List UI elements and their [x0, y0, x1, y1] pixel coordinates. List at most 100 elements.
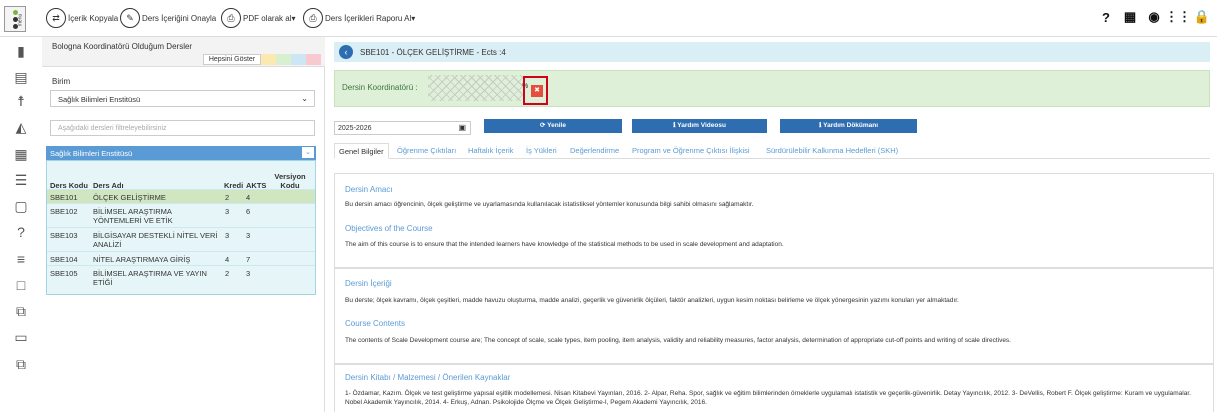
color-swatch[interactable]: [291, 54, 306, 65]
tab-general-info[interactable]: Genel Bilgiler: [334, 143, 389, 159]
book-icon[interactable]: ▮: [13, 43, 29, 59]
menu-button[interactable]: menu: [4, 6, 26, 32]
row-code: SBE103: [50, 231, 78, 240]
tab-weekly-content[interactable]: Haftalık İçerik: [468, 146, 513, 155]
icon-sidebar: ▮ ▤ ☨ ◭ ▦ ☰ ▢ ? ≡ □ ⧉ ▭ ⧉: [0, 37, 42, 412]
institute-name: Sağlık Bilimleri Enstitüsü: [50, 149, 133, 158]
content-text: Bu derste; ölçek kavramı, ölçek çeşitler…: [345, 297, 959, 304]
panel-title: Bologna Koordinatörü Olduğum Dersler: [52, 42, 193, 51]
row-akts: 3: [246, 231, 251, 240]
graduation-cap-icon[interactable]: ◭: [13, 119, 29, 135]
approve-content-button[interactable]: ✎ Ders İçeriğini Onayla: [120, 8, 216, 28]
help-doc-button[interactable]: ℹ Yardım Dökümanı: [780, 119, 917, 133]
refresh-button[interactable]: ⟳ Yenile: [484, 119, 622, 133]
books-text: 1- Özdamar, Kazım. Ölçek ve test gelişti…: [345, 390, 1191, 406]
chevron-down-icon[interactable]: ⌄: [302, 147, 314, 158]
row-name: BİLİMSEL ARAŞTIRMA VE YAYIN ETİĞİ: [93, 269, 207, 287]
row-name: BİLGİSAYAR DESTEKLİ NİTEL VERİ ANALİZİ: [93, 231, 218, 249]
table-row[interactable]: SBE104 NİTEL ARAŞTIRMAYA GİRİŞ 4 7: [47, 251, 315, 265]
question-circle-icon[interactable]: ?: [13, 224, 29, 240]
color-swatch[interactable]: [261, 54, 276, 65]
color-swatch[interactable]: [306, 54, 321, 65]
objectives-text: The aim of this course is to ensure that…: [345, 241, 784, 248]
color-swatch[interactable]: [276, 54, 291, 65]
lock-icon[interactable]: 🔒: [1194, 9, 1210, 24]
course-title: SBE101 - ÖLÇEK GELİŞTİRME - Ects :4: [360, 48, 506, 57]
table-row[interactable]: SBE102 BİLİMSEL ARAŞTIRMA YÖNTEMLERİ VE …: [47, 203, 315, 227]
report-button[interactable]: ⎙ Ders İçerikleri Raporu Al ▾: [303, 8, 415, 28]
highlight-box: ✖: [523, 76, 548, 105]
person-icon[interactable]: ☨: [13, 93, 29, 109]
row-name: BİLİMSEL ARAŞTIRMA YÖNTEMLERİ VE ETİK: [93, 207, 173, 225]
refresh-label: Yenile: [547, 122, 566, 129]
row-credit: 2: [225, 193, 230, 202]
books-heading: Dersin Kitabı / Malzemesi / Önerilen Kay…: [345, 373, 511, 382]
coordinator-label: Dersin Koordinatörü :: [342, 83, 418, 92]
col-header-version: Versiyon Kodu: [274, 172, 306, 190]
show-all-button[interactable]: Hepsini Göster: [203, 54, 261, 65]
tab-learning-outcomes[interactable]: Öğrenme Çıktıları: [397, 146, 456, 155]
copy-content-button[interactable]: ⇄ İçerik Kopyala: [46, 8, 118, 28]
row-code: SBE105: [50, 269, 78, 278]
calendar-icon[interactable]: ▦: [13, 146, 29, 162]
unit-select-value: Sağlık Bilimleri Enstitüsü: [58, 95, 141, 104]
objectives-heading: Objectives of the Course: [345, 224, 433, 233]
copy-icon[interactable]: ⧉: [13, 356, 29, 372]
course-detail-panel: ‹ SBE101 - ÖLÇEK GELİŞTİRME - Ects :4 De…: [326, 37, 1217, 412]
unit-select[interactable]: Sağlık Bilimleri Enstitüsü ⌄: [50, 90, 315, 107]
row-name: NİTEL ARAŞTIRMAYA GİRİŞ: [93, 255, 191, 264]
globe-icon[interactable]: ◉: [1147, 9, 1161, 24]
grid-icon[interactable]: ⋮⋮: [1165, 9, 1191, 24]
aim-text: Bu dersin amacı öğrencinin, ölçek gelişt…: [345, 201, 754, 208]
aim-heading: Dersin Amacı: [345, 185, 393, 194]
edit-check-icon: ✎: [120, 8, 140, 28]
course-filter-input[interactable]: Aşağıdaki dersleri filtreleyebilirsiniz: [50, 120, 315, 136]
course-contents-heading: Course Contents: [345, 319, 406, 328]
year-input[interactable]: 2025-2026 ▣: [334, 121, 471, 135]
info-icon: ℹ: [818, 122, 822, 129]
remove-coordinator-button[interactable]: ✖: [531, 85, 543, 97]
pdf-label: PDF olarak al: [243, 13, 292, 23]
row-credit: 3: [225, 207, 230, 216]
copy-content-label: İçerik Kopyala: [68, 13, 119, 23]
file-icon[interactable]: ▤: [13, 69, 29, 85]
content-section: Dersin İçeriği Bu derste; ölçek kavramı,…: [334, 268, 1214, 364]
square-icon[interactable]: □: [13, 277, 29, 293]
calendar-icon[interactable]: ▦: [1123, 9, 1137, 24]
tab-evaluation[interactable]: Değerlendirme: [570, 146, 619, 155]
row-code: SBE104: [50, 255, 78, 264]
color-filter: [261, 54, 321, 65]
course-list-panel: Bologna Koordinatörü Olduğum Dersler Hep…: [42, 37, 325, 412]
row-code: SBE102: [50, 207, 78, 216]
pdf-button[interactable]: ⎙ PDF olarak al ▾: [221, 8, 295, 28]
menu-lines-icon[interactable]: ≡: [13, 251, 29, 267]
list-icon[interactable]: ☰: [13, 172, 29, 188]
table-row[interactable]: SBE105 BİLİMSEL ARAŞTIRMA VE YAYIN ETİĞİ…: [47, 265, 315, 289]
coordinator-name-redacted: [428, 75, 524, 101]
unit-label: Birim: [52, 77, 71, 86]
help-video-button[interactable]: ℹ Yardım Videosu: [632, 119, 767, 133]
aim-section: Dersin Amacı Bu dersin amacı öğrencinin,…: [334, 173, 1214, 268]
swap-icon: ⇄: [46, 8, 66, 28]
calendar-blank-icon[interactable]: ▢: [13, 198, 29, 214]
books-section: Dersin Kitabı / Malzemesi / Önerilen Kay…: [334, 364, 1214, 412]
laptop-icon[interactable]: ▭: [13, 329, 29, 345]
print-icon: ⎙: [303, 8, 323, 28]
tab-sdg[interactable]: Sürdürülebilir Kalkınma Hedefleri (SKH): [766, 146, 898, 155]
row-akts: 7: [246, 255, 251, 264]
tab-program-outcome-relation[interactable]: Program ve Öğrenme Çıktısı İlişkisi: [632, 146, 750, 155]
back-icon[interactable]: ‹: [339, 45, 353, 59]
calendar-icon[interactable]: ▣: [458, 123, 466, 132]
tab-bar: Genel Bilgiler Öğrenme Çıktıları Haftalı…: [334, 143, 1210, 159]
menu-label: menu: [17, 13, 24, 27]
tab-workloads[interactable]: İş Yükleri: [526, 146, 557, 155]
institute-header[interactable]: Sağlık Bilimleri Enstitüsü ⌄: [46, 146, 316, 160]
coordinator-bar: Dersin Koordinatörü : % ✖: [334, 70, 1210, 107]
info-icon: ℹ: [673, 122, 676, 129]
copy-icon[interactable]: ⧉: [13, 303, 29, 319]
help-icon[interactable]: ?: [1099, 10, 1113, 25]
table-row[interactable]: SBE103 BİLGİSAYAR DESTEKLİ NİTEL VERİ AN…: [47, 227, 315, 251]
top-toolbar: menu ⇄ İçerik Kopyala ✎ Ders İçeriğini O…: [0, 0, 1217, 37]
approve-content-label: Ders İçeriğini Onayla: [142, 13, 217, 23]
table-row[interactable]: SBE101 ÖLÇEK GELİŞTİRME 2 4: [47, 189, 315, 203]
